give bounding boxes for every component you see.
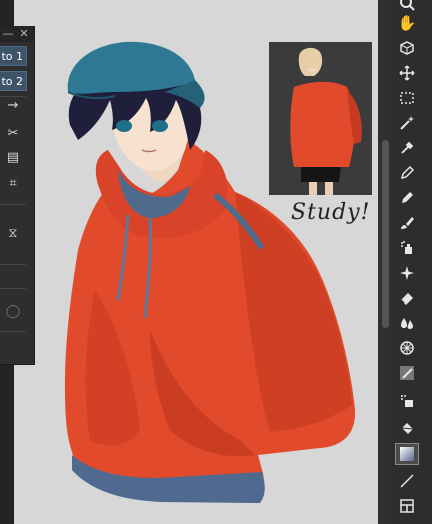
eyedropper-icon[interactable]	[395, 137, 419, 159]
pen-icon[interactable]	[395, 162, 419, 184]
gradient-icon[interactable]	[395, 443, 419, 465]
panel-divider	[0, 96, 26, 97]
close-button[interactable]: ✕	[17, 27, 31, 41]
magic-wand-icon[interactable]	[395, 112, 419, 134]
figure-icon[interactable]	[395, 337, 419, 359]
blend-drops-icon[interactable]	[395, 312, 419, 334]
minimize-button[interactable]: —	[1, 27, 15, 41]
arrow-right-icon[interactable]: →	[0, 98, 26, 113]
flip-icon[interactable]: ⧖	[0, 226, 26, 241]
crop-icon[interactable]: ⌗	[0, 176, 26, 191]
line-icon[interactable]	[395, 470, 419, 492]
scrollbar-thumb[interactable]	[382, 140, 389, 328]
panel-divider	[0, 204, 26, 205]
scissors-icon[interactable]: ✂	[0, 126, 26, 141]
frame-icon[interactable]	[395, 495, 419, 517]
paste-icon[interactable]: ▤	[0, 150, 26, 165]
reference-photo	[269, 42, 372, 195]
eraser-icon[interactable]	[395, 287, 419, 309]
to-1-button[interactable]: to 1	[0, 46, 27, 66]
tool-palette: ✋	[392, 0, 432, 524]
rotate-3d-icon[interactable]	[395, 37, 419, 59]
panel-titlebar: — ✕	[0, 26, 34, 42]
panel-divider	[0, 331, 26, 332]
brush-icon[interactable]	[395, 212, 419, 234]
move-icon[interactable]	[395, 62, 419, 84]
panel-divider	[0, 264, 26, 265]
fill-bucket-spray-icon[interactable]	[395, 390, 419, 412]
reference-figure	[269, 42, 372, 195]
hand-icon[interactable]: ✋	[395, 12, 419, 34]
pencil-icon[interactable]	[395, 187, 419, 209]
study-note: Study!	[291, 200, 371, 225]
disabled-circle-icon: ◯	[5, 304, 21, 319]
rectangle-select-icon[interactable]	[395, 87, 419, 109]
vector-icon[interactable]	[395, 362, 419, 384]
cap	[67, 41, 195, 94]
fill-bucket-icon[interactable]	[395, 418, 419, 440]
to-2-button[interactable]: to 2	[0, 71, 27, 91]
floating-tool-panel: — ✕ to 1 to 2 → ✂ ▤ ⌗ ⧖ ◯	[0, 26, 35, 365]
airbrush-icon[interactable]	[395, 237, 419, 259]
panel-divider	[0, 288, 26, 289]
decoration-sparkle-icon[interactable]	[395, 262, 419, 284]
drawing-canvas[interactable]: Study!	[0, 0, 378, 524]
